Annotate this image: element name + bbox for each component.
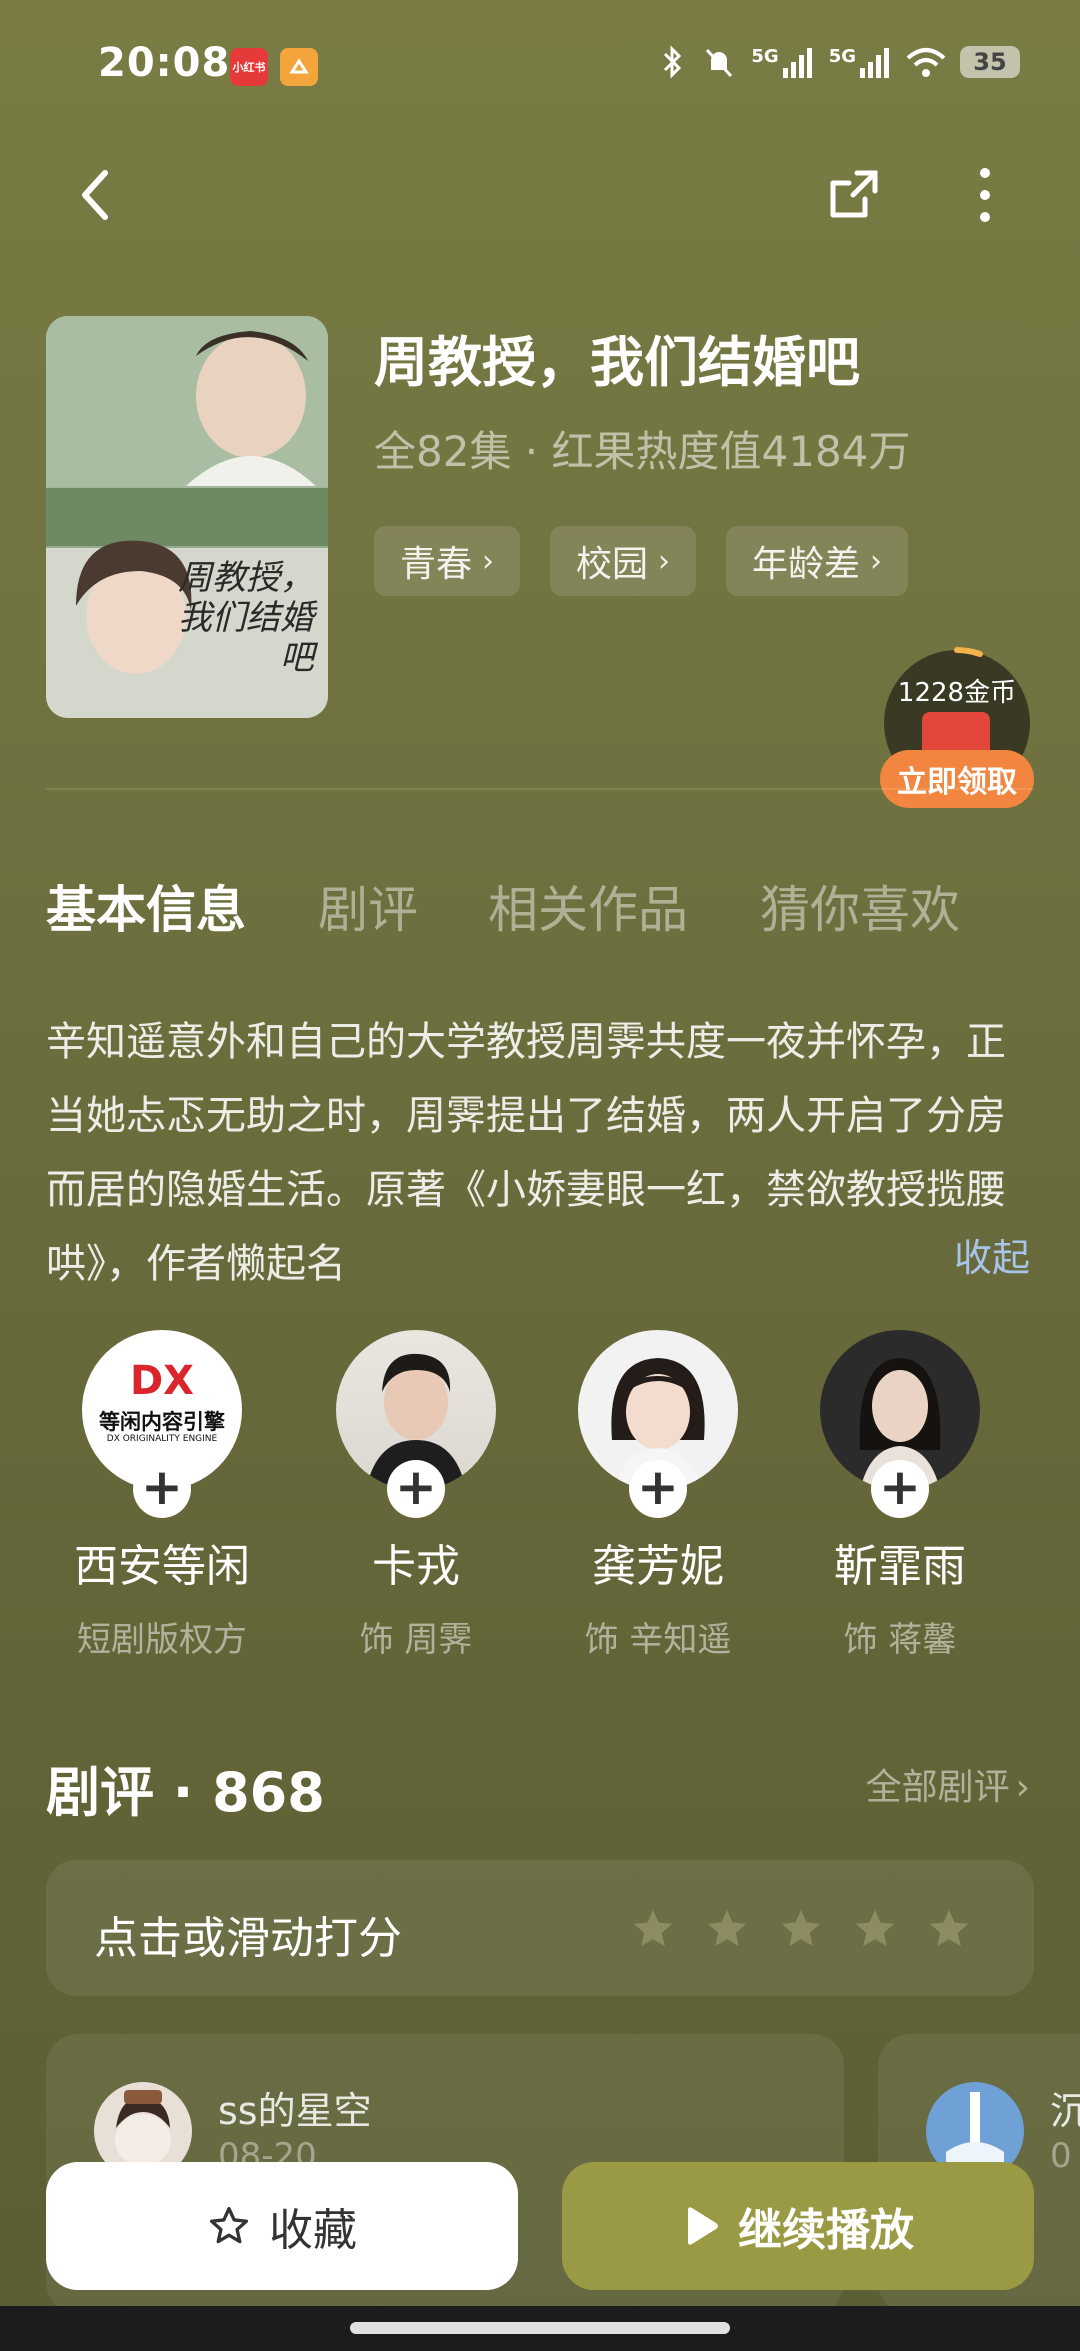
back-button[interactable] — [60, 160, 130, 230]
wifi-icon — [906, 48, 946, 77]
chevron-right-icon: › — [870, 543, 883, 579]
chevron-right-icon: › — [1015, 1767, 1030, 1808]
cast-name: 龚芳妮 — [592, 1541, 724, 1592]
rating-label: 点击或滑动打分 — [94, 1913, 402, 1964]
chevron-right-icon: › — [482, 543, 495, 579]
xiaohongshu-app-badge: 小红书 — [230, 48, 268, 86]
home-indicator[interactable] — [350, 2322, 730, 2334]
star-icon-4[interactable] — [852, 1906, 898, 1952]
cast-role: 短剧版权方 — [77, 1620, 247, 1660]
tag-xiaoyuan[interactable]: 校园 › — [550, 526, 697, 596]
cast-item-karong[interactable]: + 卡戎 饰 周霁 — [296, 1330, 536, 1661]
drama-detail-screen: 20:08 小红书 5G 5G 35 周教授，我们结婚吧 周教授，我们结婚吧 全… — [0, 0, 1080, 2351]
play-icon — [688, 2207, 718, 2245]
follow-plus-icon[interactable]: + — [387, 1460, 445, 1518]
tab-recommendations[interactable]: 猜你喜欢 — [760, 870, 960, 942]
favorite-button[interactable]: 收藏 — [46, 2162, 518, 2290]
cast-role: 饰 蒋馨 — [843, 1620, 957, 1660]
status-icons: 5G 5G 35 — [657, 44, 1020, 80]
reviews-heading: 剧评 · 868 — [46, 1761, 325, 1824]
tag-qingchun[interactable]: 青春 › — [374, 526, 521, 596]
continue-play-button[interactable]: 继续播放 — [562, 2162, 1034, 2290]
follow-plus-icon[interactable]: + — [133, 1460, 191, 1518]
status-time: 20:08 — [98, 40, 231, 86]
cast-role: 饰 辛知遥 — [584, 1620, 732, 1660]
star-icon-1[interactable] — [630, 1906, 676, 1952]
share-button[interactable] — [818, 160, 888, 230]
signal-5g-1: 5G — [751, 46, 814, 78]
review-date: 0 — [1050, 2136, 1072, 2176]
claim-coins-button[interactable]: 立即领取 — [880, 750, 1034, 808]
tab-basic-info[interactable]: 基本信息 — [46, 870, 246, 942]
follow-plus-icon[interactable]: + — [871, 1460, 929, 1518]
reviewer-name: ss的星空 — [218, 2089, 372, 2133]
poster-calligraphy-title: 周教授，我们结婚吧 — [178, 558, 314, 678]
cast-name: 卡戎 — [372, 1541, 460, 1592]
tag-nianlingcha[interactable]: 年龄差 › — [726, 526, 909, 596]
dx-logo: DX — [129, 1358, 195, 1404]
coin-amount: 1228金币 — [897, 678, 1017, 708]
divider — [46, 788, 1034, 790]
star-outline-icon — [209, 2206, 249, 2244]
star-icon-2[interactable] — [704, 1906, 750, 1952]
drama-poster[interactable]: 周教授，我们结婚吧 — [46, 316, 328, 718]
tab-reviews[interactable]: 剧评 — [318, 870, 418, 942]
cast-item-gongfangni[interactable]: + 龚芳妮 饰 辛知遥 — [538, 1330, 778, 1661]
cast-item-copyright[interactable]: DX 等闲内容引擎 DX ORIGINALITY ENGINE + 西安等闲 短… — [42, 1330, 282, 1661]
reviewer-name: 沉 — [1050, 2089, 1080, 2133]
cast-name: 西安等闲 — [74, 1541, 250, 1592]
more-options-button[interactable] — [950, 160, 1020, 230]
tab-related-works[interactable]: 相关作品 — [488, 870, 688, 942]
mute-bell-icon — [706, 48, 733, 78]
chevron-right-icon: › — [658, 543, 671, 579]
bluetooth-icon — [664, 45, 682, 79]
cast-item-jinfeiyu[interactable]: + 靳霏雨 饰 蒋馨 — [780, 1330, 1020, 1661]
app-notification-icon — [280, 48, 318, 86]
signal-5g-2: 5G — [829, 46, 892, 78]
cast-name: 靳霏雨 — [834, 1541, 966, 1592]
drama-title: 周教授，我们结婚吧 — [374, 331, 860, 394]
drama-meta: 全82集 · 红果热度值4184万 — [374, 427, 911, 476]
star-icon-5[interactable] — [926, 1906, 972, 1952]
collapse-button[interactable]: 收起 — [954, 1227, 1030, 1282]
all-reviews-link[interactable]: 全部剧评 › — [866, 1758, 1030, 1810]
follow-plus-icon[interactable]: + — [629, 1460, 687, 1518]
star-icon-3[interactable] — [778, 1906, 824, 1952]
cast-role: 饰 周霁 — [359, 1620, 473, 1660]
battery-icon: 35 — [960, 46, 1020, 78]
synopsis-text: 辛知遥意外和自己的大学教授周霁共度一夜并怀孕，正当她忐忑无助之时，周霁提出了结婚… — [46, 1019, 1006, 1287]
